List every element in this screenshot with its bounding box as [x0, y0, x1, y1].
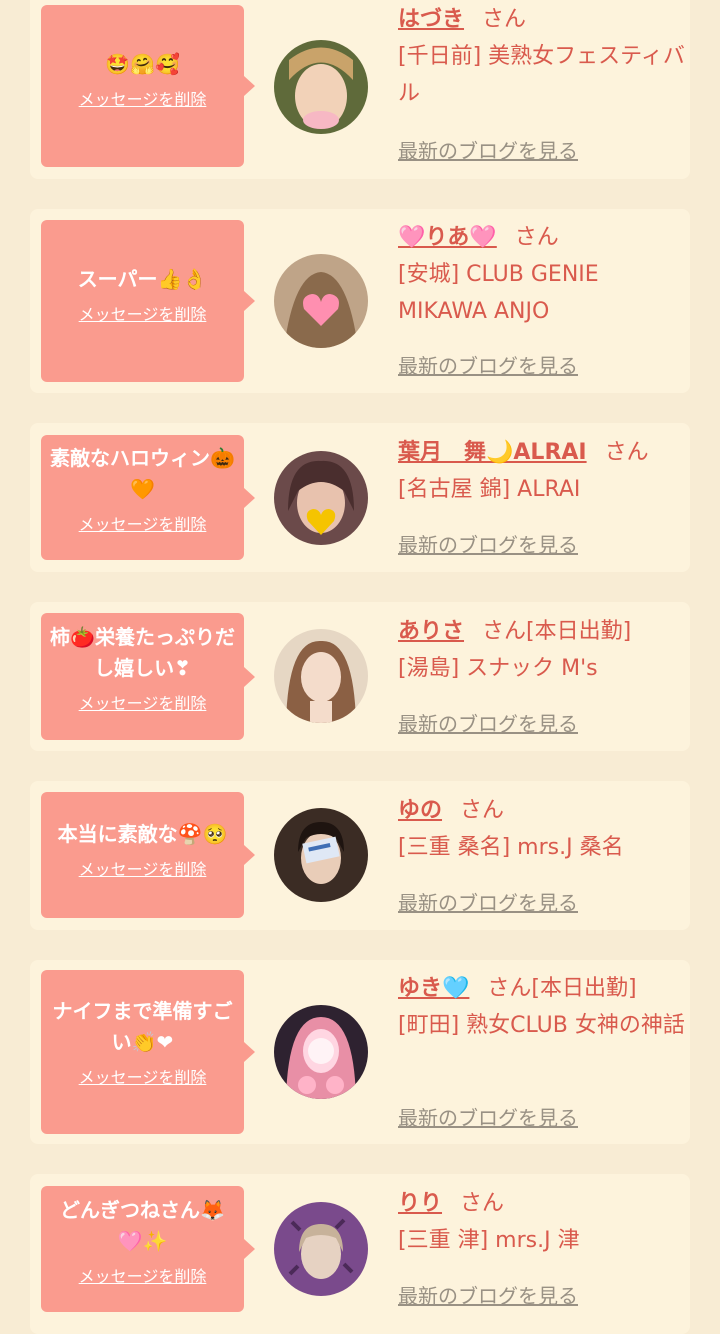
message-card: 柿🍅栄養たっぷりだし嬉しい❣ メッセージを削除 ありさ さん[本日出勤] [湯島]…	[30, 602, 690, 751]
girl-name-link[interactable]: ありさ	[398, 619, 464, 644]
shop-name: [三重 桑名] mrs.J 桑名	[398, 835, 624, 860]
avatar[interactable]	[274, 40, 368, 134]
honorific: さん	[460, 798, 505, 823]
message-text: どんぎつねさん🦊🩷✨	[60, 1198, 225, 1253]
shop-name: [三重 津] mrs.J 津	[398, 1228, 580, 1253]
message-text: 🤩🤗🥰	[105, 52, 180, 76]
honorific: さん	[482, 7, 527, 32]
avatar[interactable]	[274, 629, 368, 723]
delete-message-button[interactable]: メッセージを削除	[41, 856, 244, 880]
message-bubble: 素敵なハロウィン🎃🧡 メッセージを削除	[41, 435, 255, 560]
message-text: 本当に素敵な🍄🥺	[57, 822, 228, 846]
message-card: どんぎつねさん🦊🩷✨ メッセージを削除 りり さん [三重 津] mrs.J 津 …	[30, 1174, 690, 1334]
honorific: さん	[487, 976, 532, 1001]
avatar[interactable]	[274, 451, 368, 545]
delete-message-button[interactable]: メッセージを削除	[41, 86, 244, 110]
delete-message-button[interactable]: メッセージを削除	[41, 511, 244, 535]
status-label: [本日出勤]	[526, 619, 632, 644]
shop-name: [町田] 熟女CLUB 女神の神話	[398, 1013, 685, 1038]
entry-info: りり さん [三重 津] mrs.J 津	[398, 1188, 688, 1259]
entry-info: 葉月 舞🌙ALRAI さん [名古屋 錦] ALRAI	[398, 437, 688, 508]
view-latest-blog-link[interactable]: 最新のブログを見る	[398, 350, 578, 379]
message-card: 本当に素敵な🍄🥺 メッセージを削除 ゆの さん [三重 桑名] mrs.J 桑名 …	[30, 781, 690, 930]
view-latest-blog-link[interactable]: 最新のブログを見る	[398, 1280, 578, 1309]
honorific: さん	[604, 440, 649, 465]
girl-name-link[interactable]: はづき	[398, 7, 464, 32]
girl-name-link[interactable]: ゆき🩵	[398, 976, 469, 1001]
message-card: 素敵なハロウィン🎃🧡 メッセージを削除 葉月 舞🌙ALRAI さん [名古屋 錦]…	[30, 423, 690, 572]
shop-name: [湯島] スナック M's	[398, 656, 598, 681]
message-text: ナイフまで準備すごい👏❤	[52, 999, 233, 1054]
message-text: 柿🍅栄養たっぷりだし嬉しい❣	[50, 625, 235, 680]
delete-message-button[interactable]: メッセージを削除	[41, 690, 244, 714]
girl-name-link[interactable]: 葉月 舞🌙ALRAI	[398, 440, 587, 465]
message-card: スーパー👍👌 メッセージを削除 🩷りあ🩷 さん [安城] CLUB GENIE M…	[30, 209, 690, 393]
delete-message-button[interactable]: メッセージを削除	[41, 1064, 244, 1088]
entry-info: ゆき🩵 さん[本日出勤] [町田] 熟女CLUB 女神の神話	[398, 973, 688, 1044]
message-text: 素敵なハロウィン🎃🧡	[50, 446, 235, 501]
view-latest-blog-link[interactable]: 最新のブログを見る	[398, 135, 578, 164]
view-latest-blog-link[interactable]: 最新のブログを見る	[398, 708, 578, 737]
message-bubble: ナイフまで準備すごい👏❤ メッセージを削除	[41, 970, 255, 1134]
honorific: さん	[514, 225, 559, 250]
view-latest-blog-link[interactable]: 最新のブログを見る	[398, 529, 578, 558]
avatar[interactable]	[274, 1202, 368, 1296]
entry-info: はづき さん [千日前] 美熟女フェスティバル	[398, 4, 688, 112]
entry-info: 🩷りあ🩷 さん [安城] CLUB GENIE MIKAWA ANJO	[398, 222, 688, 330]
view-latest-blog-link[interactable]: 最新のブログを見る	[398, 1102, 578, 1131]
message-bubble: スーパー👍👌 メッセージを削除	[41, 220, 255, 382]
message-bubble: 本当に素敵な🍄🥺 メッセージを削除	[41, 792, 255, 918]
status-label: [本日出勤]	[531, 976, 637, 1001]
shop-name: [安城] CLUB GENIE MIKAWA ANJO	[398, 262, 599, 324]
avatar[interactable]	[274, 1005, 368, 1099]
message-bubble: 柿🍅栄養たっぷりだし嬉しい❣ メッセージを削除	[41, 613, 255, 740]
entry-info: ありさ さん[本日出勤] [湯島] スナック M's	[398, 616, 688, 687]
shop-name: [千日前] 美熟女フェスティバル	[398, 44, 685, 106]
message-text: スーパー👍👌	[77, 267, 208, 291]
delete-message-button[interactable]: メッセージを削除	[41, 1263, 244, 1287]
message-list: 🤩🤗🥰 メッセージを削除 はづき さん [千日前] 美熟女フェスティバル 最新のブ…	[0, 0, 720, 1334]
shop-name: [名古屋 錦] ALRAI	[398, 477, 581, 502]
entry-info: ゆの さん [三重 桑名] mrs.J 桑名	[398, 795, 688, 866]
girl-name-link[interactable]: 🩷りあ🩷	[398, 225, 497, 250]
honorific: さん	[460, 1191, 505, 1216]
avatar[interactable]	[274, 808, 368, 902]
message-card: ナイフまで準備すごい👏❤ メッセージを削除 ゆき🩵 さん[本日出勤] [町田] 熟…	[30, 960, 690, 1144]
message-bubble: どんぎつねさん🦊🩷✨ メッセージを削除	[41, 1186, 255, 1312]
girl-name-link[interactable]: りり	[398, 1191, 442, 1216]
view-latest-blog-link[interactable]: 最新のブログを見る	[398, 887, 578, 916]
message-bubble: 🤩🤗🥰 メッセージを削除	[41, 5, 255, 167]
girl-name-link[interactable]: ゆの	[398, 798, 442, 823]
delete-message-button[interactable]: メッセージを削除	[41, 301, 244, 325]
message-card: 🤩🤗🥰 メッセージを削除 はづき さん [千日前] 美熟女フェスティバル 最新のブ…	[30, 0, 690, 179]
avatar[interactable]	[274, 254, 368, 348]
honorific: さん	[482, 619, 527, 644]
